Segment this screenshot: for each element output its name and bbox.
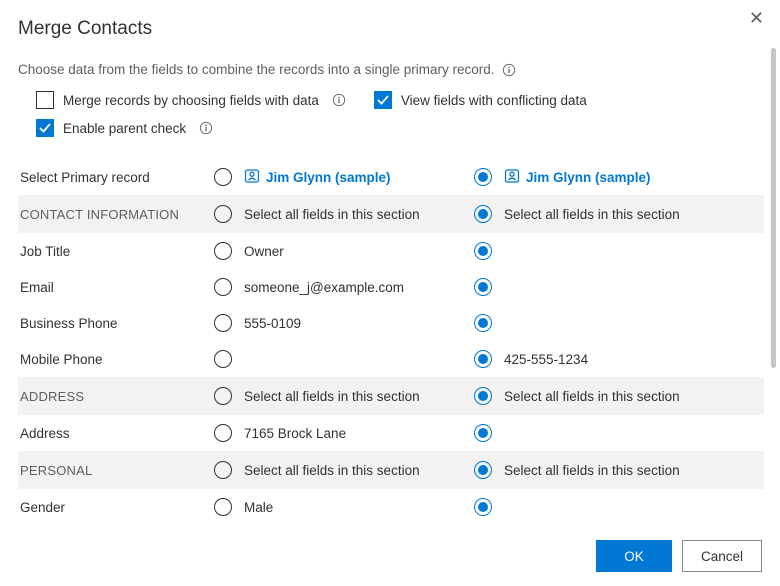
ok-button[interactable]: OK <box>596 540 672 572</box>
radio-button[interactable] <box>214 205 232 223</box>
radio-button[interactable] <box>214 168 232 186</box>
checkbox-label: Enable parent check <box>63 121 186 136</box>
radio-button[interactable] <box>474 387 492 405</box>
contact-icon <box>244 168 260 187</box>
section-header-label: PERSONAL <box>18 463 214 478</box>
radio-button[interactable] <box>474 278 492 296</box>
scrollbar[interactable] <box>771 48 776 368</box>
record-a-name[interactable]: Jim Glynn (sample) <box>244 168 391 187</box>
select-all-b-label: Select all fields in this section <box>504 463 680 478</box>
field-label: Business Phone <box>18 316 214 331</box>
select-all-a-label: Select all fields in this section <box>244 207 420 222</box>
select-all-b-label: Select all fields in this section <box>504 389 680 404</box>
cancel-button[interactable]: Cancel <box>682 540 762 572</box>
select-all-a-label: Select all fields in this section <box>244 463 420 478</box>
radio-button[interactable] <box>214 461 232 479</box>
info-icon[interactable] <box>502 63 516 77</box>
radio-button[interactable] <box>474 350 492 368</box>
field-value-a: someone_j@example.com <box>244 280 404 295</box>
contact-icon <box>504 168 520 187</box>
record-b-name[interactable]: Jim Glynn (sample) <box>504 168 651 187</box>
field-label: Address <box>18 426 214 441</box>
radio-button[interactable] <box>474 424 492 442</box>
field-label: Gender <box>18 500 214 515</box>
select-primary-label: Select Primary record <box>18 170 214 185</box>
section-header-label: ADDRESS <box>18 389 214 404</box>
view-conflicting-checkbox[interactable]: View fields with conflicting data <box>374 91 587 109</box>
radio-button[interactable] <box>214 424 232 442</box>
radio-button[interactable] <box>214 350 232 368</box>
radio-button[interactable] <box>214 387 232 405</box>
radio-button[interactable] <box>474 498 492 516</box>
select-all-a-label: Select all fields in this section <box>244 389 420 404</box>
select-all-b-label: Select all fields in this section <box>504 207 680 222</box>
radio-button[interactable] <box>474 205 492 223</box>
instruction-label: Choose data from the fields to combine t… <box>18 62 494 77</box>
radio-button[interactable] <box>474 461 492 479</box>
field-value-a: 555-0109 <box>244 316 301 331</box>
info-icon[interactable] <box>199 121 213 135</box>
field-value-a: Owner <box>244 244 284 259</box>
checkbox-label: View fields with conflicting data <box>401 93 587 108</box>
radio-button[interactable] <box>474 242 492 260</box>
field-value-b: 425-555-1234 <box>504 352 588 367</box>
close-icon[interactable]: ✕ <box>749 8 764 29</box>
record-a-label: Jim Glynn (sample) <box>266 170 391 185</box>
checkbox-label: Merge records by choosing fields with da… <box>63 93 319 108</box>
instruction-text: Choose data from the fields to combine t… <box>18 62 764 77</box>
field-value-a: 7165 Brock Lane <box>244 426 346 441</box>
field-label: Mobile Phone <box>18 352 214 367</box>
radio-button[interactable] <box>214 314 232 332</box>
checkbox-icon <box>374 91 392 109</box>
section-header-label: CONTACT INFORMATION <box>18 207 214 222</box>
radio-button[interactable] <box>474 168 492 186</box>
radio-button[interactable] <box>214 498 232 516</box>
radio-button[interactable] <box>474 314 492 332</box>
info-icon[interactable] <box>332 93 346 107</box>
enable-parent-checkbox[interactable]: Enable parent check <box>36 119 213 137</box>
field-label: Email <box>18 280 214 295</box>
checkbox-icon <box>36 119 54 137</box>
field-label: Job Title <box>18 244 214 259</box>
field-value-a: Male <box>244 500 273 515</box>
radio-button[interactable] <box>214 242 232 260</box>
checkbox-icon <box>36 91 54 109</box>
merge-by-fields-checkbox[interactable]: Merge records by choosing fields with da… <box>36 91 346 109</box>
record-b-label: Jim Glynn (sample) <box>526 170 651 185</box>
radio-button[interactable] <box>214 278 232 296</box>
dialog-title: Merge Contacts <box>18 18 764 40</box>
